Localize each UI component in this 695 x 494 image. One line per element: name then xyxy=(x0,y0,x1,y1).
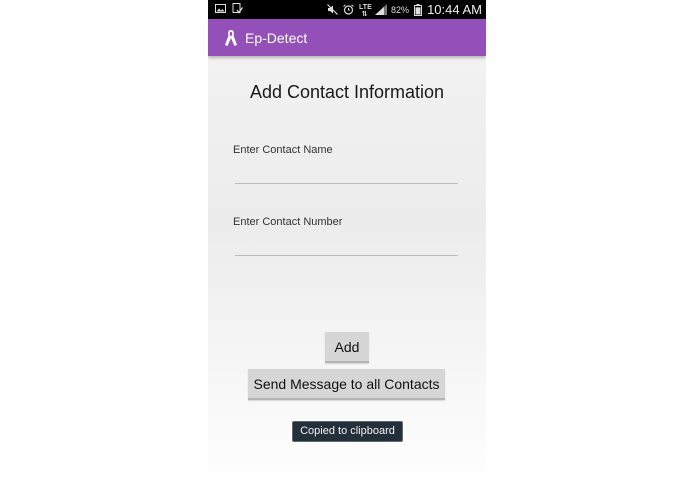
toast-message: Copied to clipboard xyxy=(292,421,403,442)
mute-icon xyxy=(327,4,338,15)
lte-icon: LTE ⇅ xyxy=(359,4,372,18)
battery-icon xyxy=(414,4,423,16)
app-bar: Ep-Detect xyxy=(208,19,486,56)
phone-screen: LTE ⇅ 82% 10:44 AM Ep-Detect Add Contact … xyxy=(208,0,486,494)
status-bar: LTE ⇅ 82% 10:44 AM xyxy=(208,0,486,19)
image-icon xyxy=(215,3,226,14)
send-message-all-button[interactable]: Send Message to all Contacts xyxy=(248,369,445,400)
page-title: Add Contact Information xyxy=(249,82,445,102)
contact-name-label: Enter Contact Name xyxy=(233,144,333,156)
contact-number-field-container xyxy=(235,241,458,257)
contact-name-field[interactable] xyxy=(235,171,458,185)
alarm-icon xyxy=(343,4,354,15)
network-type-label: LTE xyxy=(359,4,372,11)
contact-number-label: Enter Contact Number xyxy=(233,216,343,228)
add-button[interactable]: Add xyxy=(325,332,369,363)
ribbon-icon xyxy=(223,28,239,48)
clock: 10:44 AM xyxy=(427,2,482,17)
contact-number-field[interactable] xyxy=(235,243,458,257)
signal-icon xyxy=(375,4,388,15)
battery-percent: 82% xyxy=(391,4,410,15)
contact-name-field-container xyxy=(235,169,458,185)
download-check-icon xyxy=(232,3,243,14)
app-title: Ep-Detect xyxy=(245,30,308,46)
